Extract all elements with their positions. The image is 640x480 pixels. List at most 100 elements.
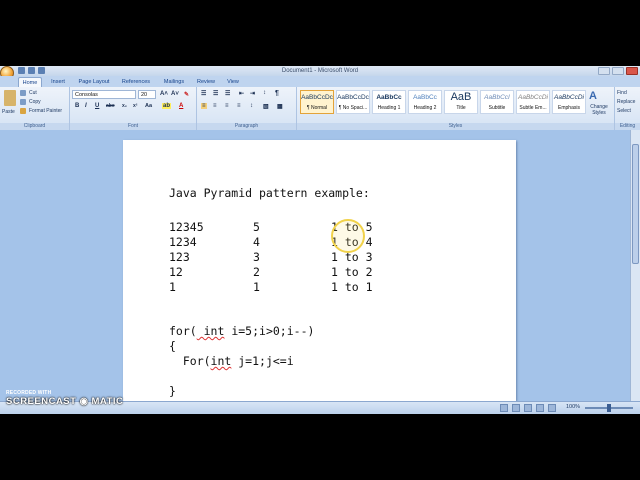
tab-mailings[interactable]: Mailings: [160, 77, 188, 87]
style-name: ¶ No Spaci...: [338, 105, 368, 111]
style-subtle-emphasis[interactable]: AaBbCcDi Subtle Em...: [516, 90, 550, 114]
clipboard-group-label: Clipboard: [0, 123, 69, 130]
style-preview: AaB: [450, 91, 472, 103]
window-title: Document1 - Microsoft Word: [281, 68, 359, 74]
code-token-misspelled: int: [210, 354, 232, 368]
document-area: Java Pyramid pattern example: 12345 5 1 …: [0, 130, 640, 401]
font-name-select[interactable]: Consolas: [72, 90, 136, 99]
shading-icon[interactable]: ▧: [263, 103, 269, 110]
sort-icon[interactable]: ↕: [263, 90, 266, 96]
code-token: For(: [169, 354, 211, 368]
tab-insert[interactable]: Insert: [48, 77, 68, 87]
document-page[interactable]: Java Pyramid pattern example: 12345 5 1 …: [123, 140, 516, 401]
vertical-scrollbar[interactable]: [630, 130, 640, 401]
style-subtitle[interactable]: AaBbCcI Subtitle: [480, 90, 514, 114]
font-color-icon[interactable]: A: [179, 103, 183, 109]
pattern-cell: 12: [169, 265, 183, 279]
style-no-spacing[interactable]: AaBbCcDc ¶ No Spaci...: [336, 90, 370, 114]
minimize-button[interactable]: [598, 67, 610, 75]
paragraph-group: ☰ ☰ ☰ ⇤ ⇥ ↕ ¶ ≡ ≡ ≡ ≡ ↕ ▧ ▦ Paragraph: [197, 87, 297, 130]
multilevel-list-icon[interactable]: ☰: [225, 90, 230, 97]
find-button[interactable]: Find: [617, 90, 627, 96]
change-case-icon[interactable]: Aa: [145, 103, 152, 109]
format-painter-icon[interactable]: [20, 108, 26, 114]
scrollbar-thumb[interactable]: [632, 144, 639, 264]
replace-button[interactable]: Replace: [617, 99, 635, 105]
code-token: for(: [169, 324, 197, 338]
paste-icon[interactable]: [4, 90, 16, 106]
borders-icon[interactable]: ▦: [277, 103, 283, 110]
style-preview: AaBbCcI: [484, 94, 510, 101]
justify-icon[interactable]: ≡: [237, 103, 241, 109]
strikethrough-icon[interactable]: abe: [106, 103, 115, 109]
full-screen-reading-icon[interactable]: [512, 404, 520, 412]
cut-icon[interactable]: [20, 90, 26, 96]
watermark-logo-text: SCREENCAST ◉ MATIC: [6, 396, 124, 407]
style-normal[interactable]: AaBbCcDc ¶ Normal: [300, 90, 334, 114]
copy-icon[interactable]: [20, 99, 26, 105]
ribbon: Paste Cut Copy Format Painter Clipboard …: [0, 87, 640, 130]
bullets-icon[interactable]: ☰: [201, 90, 206, 97]
count-cell: 5: [253, 220, 260, 234]
underline-icon[interactable]: U: [95, 103, 99, 109]
web-layout-icon[interactable]: [524, 404, 532, 412]
styles-group-label: Styles: [297, 123, 614, 130]
print-layout-view-icon[interactable]: [500, 404, 508, 412]
editing-group-label: Editing: [615, 123, 640, 130]
outline-view-icon[interactable]: [536, 404, 544, 412]
maximize-button[interactable]: [612, 67, 624, 75]
cut-label[interactable]: Cut: [29, 90, 37, 96]
pattern-cell: 123: [169, 250, 190, 264]
window-controls: [598, 67, 638, 75]
clipboard-group: Paste Cut Copy Format Painter Clipboard: [0, 87, 70, 130]
show-marks-icon[interactable]: ¶: [275, 90, 279, 97]
document-heading: Java Pyramid pattern example:: [169, 186, 370, 200]
italic-icon[interactable]: I: [85, 103, 87, 109]
decrease-indent-icon[interactable]: ⇤: [239, 90, 244, 97]
font-size-select[interactable]: 20: [138, 90, 156, 99]
style-name: Heading 1: [377, 105, 401, 111]
style-heading-1[interactable]: AaBbCc Heading 1: [372, 90, 406, 114]
style-preview: AaBbCc: [413, 94, 437, 101]
shrink-font-icon[interactable]: A˅: [171, 91, 179, 97]
clear-formatting-icon[interactable]: ✎: [184, 91, 189, 98]
pattern-cell: 1: [169, 280, 176, 294]
style-emphasis[interactable]: AaBbCcDi Emphasis: [552, 90, 586, 114]
code-token: j=1;j<=i: [231, 354, 294, 368]
code-line-3: For(int j=1;j<=i: [169, 354, 294, 368]
tab-review[interactable]: Review: [194, 77, 218, 87]
draft-view-icon[interactable]: [548, 404, 556, 412]
align-center-icon[interactable]: ≡: [213, 103, 217, 109]
highlight-icon[interactable]: ab: [162, 103, 172, 109]
subscript-icon[interactable]: x₂: [122, 103, 127, 109]
range-cell: 1 to 2: [331, 265, 373, 279]
change-styles-label[interactable]: Change Styles: [587, 104, 611, 116]
zoom-slider-knob[interactable]: [607, 404, 611, 412]
increase-indent-icon[interactable]: ⇥: [250, 90, 255, 97]
grow-font-icon[interactable]: A˄: [160, 91, 168, 97]
code-token-misspelled: int: [196, 324, 225, 338]
title-bar: Document1 - Microsoft Word: [0, 66, 640, 80]
tab-references[interactable]: References: [118, 77, 154, 87]
paste-label[interactable]: Paste: [2, 109, 15, 115]
style-title[interactable]: AaB Title: [444, 90, 478, 114]
tab-view[interactable]: View: [224, 77, 242, 87]
zoom-level[interactable]: 100%: [566, 404, 580, 410]
change-styles-icon[interactable]: A: [589, 90, 597, 102]
tab-home[interactable]: Home: [18, 77, 42, 87]
style-heading-2[interactable]: AaBbCc Heading 2: [408, 90, 442, 114]
style-preview: AaBbCc: [376, 94, 402, 101]
align-right-icon[interactable]: ≡: [225, 103, 229, 109]
numbering-icon[interactable]: ☰: [213, 90, 218, 97]
copy-label[interactable]: Copy: [29, 99, 41, 105]
close-button[interactable]: [626, 67, 638, 75]
select-button[interactable]: Select: [617, 108, 631, 114]
line-spacing-icon[interactable]: ↕: [250, 103, 253, 109]
bold-icon[interactable]: B: [75, 103, 79, 109]
tab-page-layout[interactable]: Page Layout: [76, 77, 112, 87]
format-painter-label[interactable]: Format Painter: [29, 108, 62, 114]
superscript-icon[interactable]: x²: [133, 103, 137, 109]
mouse-highlight-ring: [331, 219, 365, 253]
word-window: Document1 - Microsoft Word Home Insert P…: [0, 66, 640, 414]
align-left-icon[interactable]: ≡: [201, 103, 207, 109]
